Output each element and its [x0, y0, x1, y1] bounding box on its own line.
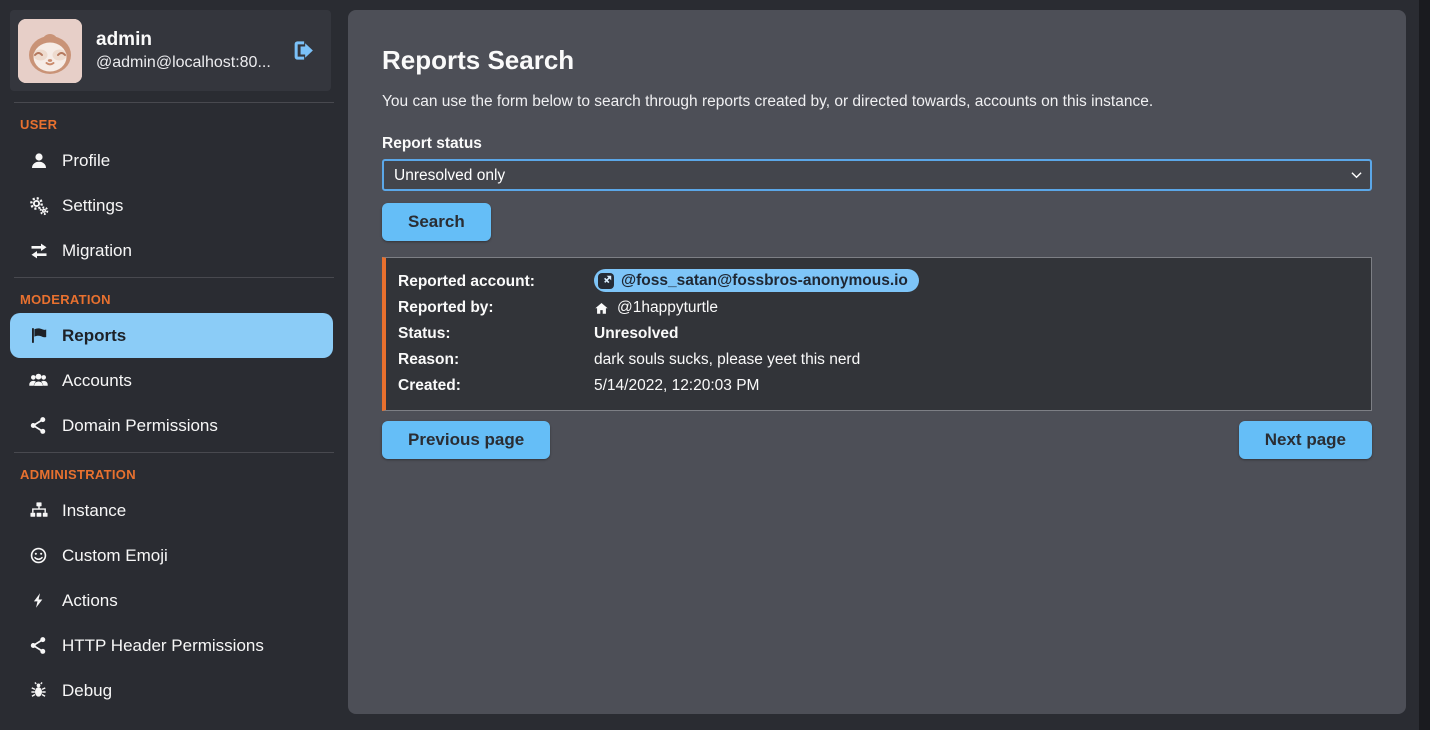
sidebar-item-label: Settings: [62, 196, 123, 216]
section-heading-administration: ADMINISTRATION: [20, 467, 348, 482]
sidebar-item-label: Instance: [62, 501, 126, 521]
sidebar-divider: [14, 277, 334, 278]
report-row-status: Status: Unresolved: [398, 321, 1359, 347]
logout-button[interactable]: [288, 36, 319, 65]
user-meta: admin @admin@localhost:80...: [96, 28, 274, 73]
report-status-select-wrap: Unresolved only: [382, 159, 1372, 191]
sidebar-item-custom-emoji[interactable]: Custom Emoji: [0, 533, 348, 578]
sidebar-item-label: Custom Emoji: [62, 546, 168, 566]
sidebar-item-migration[interactable]: Migration: [0, 228, 348, 273]
sidebar-divider: [14, 452, 334, 453]
sidebar-item-label: Domain Permissions: [62, 416, 218, 436]
flag-icon: [28, 326, 49, 346]
report-row-reason: Reason: dark souls sucks, please yeet th…: [398, 347, 1359, 373]
page-title: Reports Search: [382, 44, 1372, 76]
section-heading-moderation: MODERATION: [20, 292, 348, 307]
smiley-icon: [28, 546, 49, 565]
report-created-value: 5/14/2022, 12:20:03 PM: [594, 373, 1359, 399]
report-status-select[interactable]: Unresolved only: [382, 159, 1372, 191]
user-handle: @admin@localhost:80...: [96, 52, 274, 73]
row-value: @1happyturtle: [594, 295, 1359, 321]
report-status-value: Unresolved: [594, 321, 1359, 347]
report-reason-value: dark souls sucks, please yeet this nerd: [594, 347, 1359, 373]
sidebar-item-actions[interactable]: Actions: [0, 578, 348, 623]
sidebar-item-profile[interactable]: Profile: [0, 138, 348, 183]
username: admin: [96, 28, 274, 52]
reported-account-link[interactable]: @foss_satan@fossbros-anonymous.io: [594, 269, 919, 292]
users-icon: [28, 371, 49, 391]
sidebar: admin @admin@localhost:80... USER Profil…: [0, 0, 348, 730]
sidebar-item-http-header-permissions[interactable]: HTTP Header Permissions: [0, 623, 348, 668]
sidebar-item-instance[interactable]: Instance: [0, 488, 348, 533]
report-status-label: Report status: [382, 134, 1372, 154]
share-nodes-icon: [28, 636, 49, 655]
external-link-icon: [598, 273, 614, 289]
report-row-created: Created: 5/14/2022, 12:20:03 PM: [398, 373, 1359, 399]
row-value: @foss_satan@fossbros-anonymous.io: [594, 269, 1359, 295]
sidebar-item-reports[interactable]: Reports: [10, 313, 333, 358]
sidebar-divider: [14, 102, 334, 103]
sidebar-item-label: Reports: [62, 326, 126, 346]
sign-out-icon: [290, 38, 317, 63]
sloth-avatar: [18, 19, 82, 83]
row-label: Created:: [398, 373, 594, 399]
sidebar-item-label: Debug: [62, 681, 112, 701]
scrollbar-track[interactable]: [1419, 0, 1430, 730]
share-nodes-icon: [28, 416, 49, 435]
reported-account-handle: @foss_satan@fossbros-anonymous.io: [621, 268, 908, 294]
report-card: Reported account: @foss_satan@fossbros-a…: [382, 257, 1372, 411]
search-button[interactable]: Search: [382, 203, 491, 241]
next-page-button[interactable]: Next page: [1239, 421, 1372, 459]
sidebar-item-label: Migration: [62, 241, 132, 261]
sidebar-item-settings[interactable]: Settings: [0, 183, 348, 228]
previous-page-button[interactable]: Previous page: [382, 421, 550, 459]
row-label: Status:: [398, 321, 594, 347]
sidebar-item-label: Actions: [62, 591, 118, 611]
reporter-handle: @1happyturtle: [617, 295, 718, 321]
sidebar-item-label: HTTP Header Permissions: [62, 636, 264, 656]
user-card[interactable]: admin @admin@localhost:80...: [10, 10, 331, 91]
pagination: Previous page Next page: [382, 421, 1372, 459]
sidebar-item-label: Accounts: [62, 371, 132, 391]
page-description: You can use the form below to search thr…: [382, 92, 1372, 112]
row-label: Reported account:: [398, 269, 594, 295]
sidebar-item-label: Profile: [62, 151, 110, 171]
sidebar-item-accounts[interactable]: Accounts: [0, 358, 348, 403]
report-row-reported-account: Reported account: @foss_satan@fossbros-a…: [398, 269, 1359, 295]
transfer-arrows-icon: [28, 241, 49, 261]
gears-icon: [28, 196, 49, 216]
bolt-icon: [28, 591, 49, 610]
sidebar-item-debug[interactable]: Debug: [0, 668, 348, 713]
main-panel: Reports Search You can use the form belo…: [348, 10, 1406, 714]
house-icon: [594, 301, 609, 316]
sidebar-item-domain-permissions[interactable]: Domain Permissions: [0, 403, 348, 448]
report-row-reported-by: Reported by: @1happyturtle: [398, 295, 1359, 321]
bug-icon: [28, 681, 49, 700]
user-icon: [28, 151, 49, 171]
row-label: Reported by:: [398, 295, 594, 321]
row-label: Reason:: [398, 347, 594, 373]
sitemap-icon: [28, 501, 49, 520]
section-heading-user: USER: [20, 117, 348, 132]
